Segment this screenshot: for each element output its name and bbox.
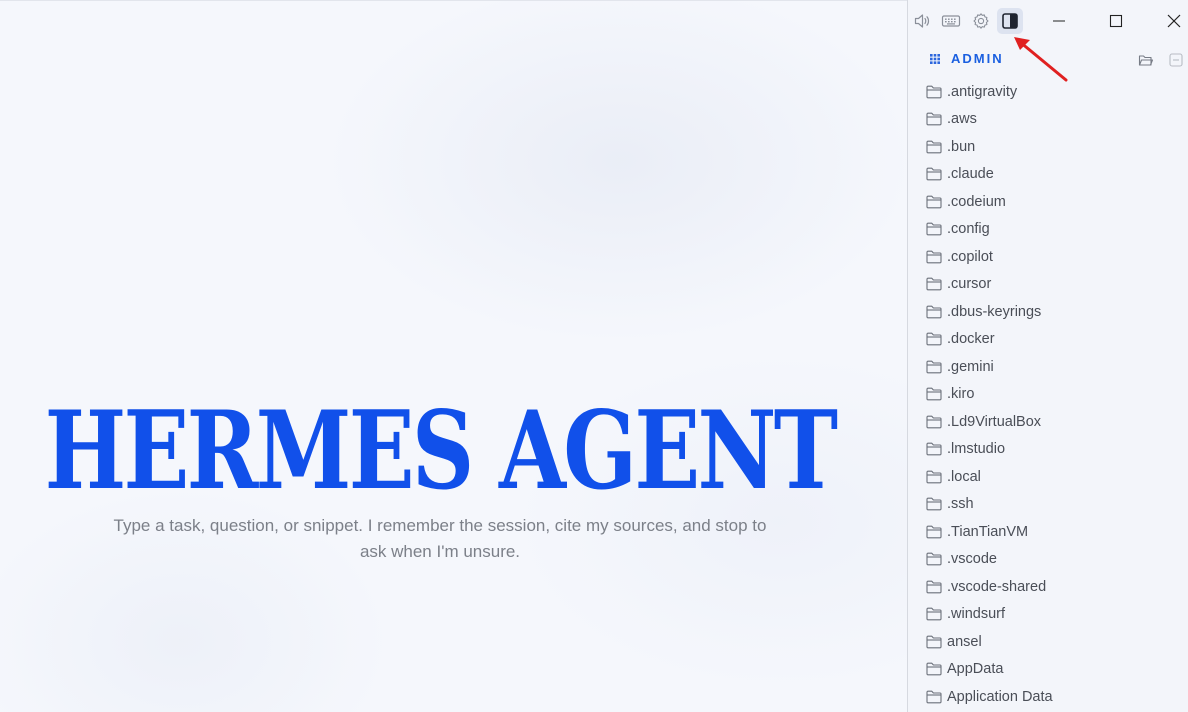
folder-label: .claude: [947, 166, 994, 183]
folder-icon: [926, 662, 942, 676]
folder-label: ansel: [947, 633, 982, 650]
speaker-button[interactable]: [909, 8, 935, 34]
folder-item[interactable]: .Ld9VirtualBox: [908, 408, 1188, 436]
explorer-title: ADMIN: [951, 51, 1004, 66]
folder-icon: [926, 607, 942, 621]
title-bar: [908, 0, 1188, 42]
maximize-button[interactable]: [1098, 5, 1134, 37]
folder-label: .copilot: [947, 248, 993, 265]
folder-item[interactable]: .windsurf: [908, 601, 1188, 629]
hero-subtitle: Type a task, question, or snippet. I rem…: [113, 516, 767, 561]
folder-icon: [926, 250, 942, 264]
folder-item[interactable]: .claude: [908, 161, 1188, 189]
folder-icon: [926, 635, 942, 649]
panel-toggle-button[interactable]: [997, 8, 1023, 34]
folder-item[interactable]: .aws: [908, 106, 1188, 134]
file-explorer-panel: ADMIN .antigravity .aws .bun .claude .codeiu…: [907, 0, 1188, 712]
folder-icon: [926, 140, 942, 154]
folder-item[interactable]: .bun: [908, 133, 1188, 161]
folder-label: .vscode-shared: [947, 578, 1047, 595]
folder-label: .gemini: [947, 358, 994, 375]
folder-item[interactable]: .cursor: [908, 271, 1188, 299]
folder-label: Application Data: [947, 688, 1053, 705]
grid-icon: [930, 54, 940, 64]
folder-label: .lmstudio: [947, 441, 1006, 458]
folder-icon: [926, 525, 942, 539]
gear-icon: [973, 13, 989, 29]
minimize-icon: [1053, 20, 1065, 22]
explorer-header: ADMIN: [908, 48, 1188, 72]
folder-item[interactable]: .local: [908, 463, 1188, 491]
folder-item[interactable]: ansel: [908, 628, 1188, 656]
folder-icon: [926, 497, 942, 511]
app-window: HERMES AGENT Type a task, question, or s…: [0, 0, 1188, 712]
folder-item[interactable]: .vscode: [908, 546, 1188, 574]
minimize-button[interactable]: [1041, 5, 1077, 37]
folder-item[interactable]: Application Data: [908, 683, 1188, 711]
folder-label: .dbus-keyrings: [947, 303, 1042, 320]
panel-toggle-icon: [1002, 13, 1018, 29]
folder-icon: [926, 167, 942, 181]
folder-icon: [926, 305, 942, 319]
folder-label: .docker: [947, 331, 995, 348]
folder-item[interactable]: .gemini: [908, 353, 1188, 381]
folder-label: .cursor: [947, 276, 992, 293]
collapse-all-icon[interactable]: [1168, 52, 1184, 68]
hero-title: HERMES AGENT: [44, 387, 839, 514]
folder-icon: [926, 360, 942, 374]
main-area: HERMES AGENT Type a task, question, or s…: [0, 0, 907, 712]
folder-label: .bun: [947, 138, 976, 155]
folder-icon: [926, 112, 942, 126]
speaker-icon: [914, 14, 930, 28]
folder-item[interactable]: .config: [908, 216, 1188, 244]
folder-icon: [926, 470, 942, 484]
close-icon: [1167, 14, 1181, 28]
folder-label: .antigravity: [947, 83, 1018, 100]
folder-icon: [926, 690, 942, 704]
folder-label: .TianTianVM: [947, 523, 1029, 540]
folder-label: .Ld9VirtualBox: [947, 413, 1042, 430]
folder-label: .ssh: [947, 496, 974, 513]
folder-item[interactable]: .kiro: [908, 381, 1188, 409]
folder-icon: [926, 332, 942, 346]
folder-icon: [926, 552, 942, 566]
folder-item[interactable]: .copilot: [908, 243, 1188, 271]
folder-label: .aws: [947, 111, 977, 128]
folder-item[interactable]: .antigravity: [908, 78, 1188, 106]
folder-label: AppData: [947, 661, 1004, 678]
folder-icon: [926, 387, 942, 401]
folder-item[interactable]: .TianTianVM: [908, 518, 1188, 546]
folder-icon: [926, 222, 942, 236]
close-button[interactable]: [1156, 5, 1188, 37]
folder-item[interactable]: .vscode-shared: [908, 573, 1188, 601]
folder-item[interactable]: .lmstudio: [908, 436, 1188, 464]
folder-label: .windsurf: [947, 606, 1006, 623]
maximize-icon: [1109, 14, 1123, 28]
keyboard-icon: [941, 15, 961, 27]
folder-icon: [926, 195, 942, 209]
folder-label: .codeium: [947, 193, 1006, 210]
folder-icon: [926, 580, 942, 594]
folder-label: .config: [947, 221, 990, 238]
folder-label: .vscode: [947, 551, 997, 568]
folder-icon: [926, 415, 942, 429]
folder-label: .kiro: [947, 386, 975, 403]
open-folder-icon[interactable]: [1138, 52, 1154, 68]
folder-item[interactable]: .dbus-keyrings: [908, 298, 1188, 326]
settings-button[interactable]: [968, 8, 994, 34]
folder-icon: [926, 442, 942, 456]
folder-list: .antigravity .aws .bun .claude .codeium .conf…: [908, 78, 1188, 711]
folder-icon: [926, 277, 942, 291]
folder-item[interactable]: .ssh: [908, 491, 1188, 519]
keyboard-button[interactable]: [938, 8, 964, 34]
folder-label: .local: [947, 468, 981, 485]
folder-icon: [926, 85, 942, 99]
folder-item[interactable]: .docker: [908, 326, 1188, 354]
folder-item[interactable]: AppData: [908, 656, 1188, 684]
folder-item[interactable]: .codeium: [908, 188, 1188, 216]
